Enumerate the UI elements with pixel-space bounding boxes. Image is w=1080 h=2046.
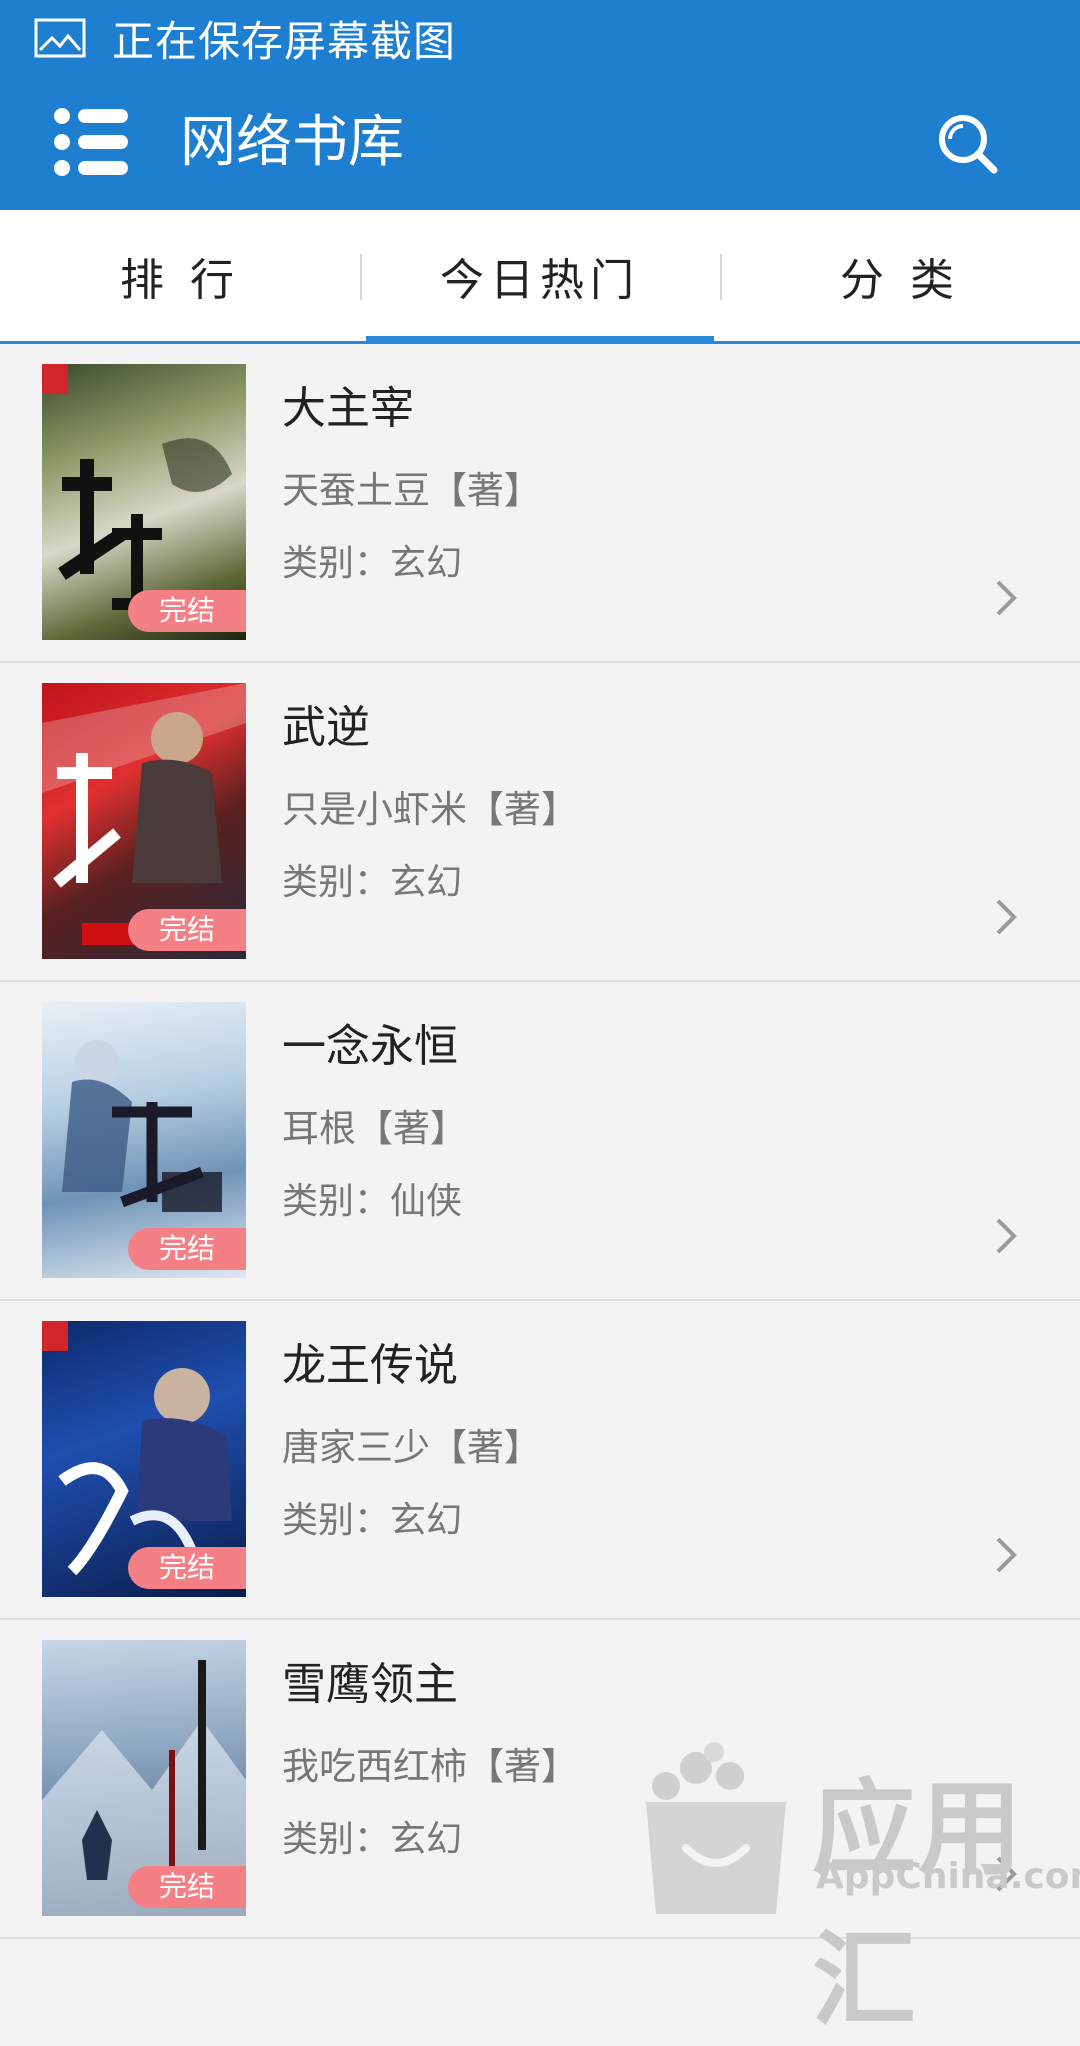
book-cover: 完结 (42, 1321, 246, 1597)
book-title: 大主宰 (282, 383, 414, 434)
book-list: 完结 大主宰 天蚕土豆【著】 类别：玄幻 完结 武逆 只是小虾米【著】 类别：玄… (0, 344, 1080, 1939)
book-row[interactable]: 完结 一念永恒 耳根【著】 类别：仙侠 (0, 982, 1080, 1301)
book-row[interactable]: 完结 龙王传说 唐家三少【著】 类别：玄幻 (0, 1301, 1080, 1620)
book-title: 龙王传说 (282, 1340, 458, 1391)
book-row[interactable]: 完结 武逆 只是小虾米【著】 类别：玄幻 (0, 663, 1080, 982)
chevron-right-icon (996, 580, 1017, 616)
status-badge: 完结 (128, 1866, 246, 1908)
search-icon[interactable] (936, 112, 1000, 176)
status-badge: 完结 (128, 909, 246, 951)
chevron-right-icon (996, 899, 1017, 935)
chevron-right-icon (996, 1218, 1017, 1254)
book-author: 我吃西红柿【著】 (282, 1745, 578, 1788)
menu-icon[interactable] (54, 106, 128, 178)
book-author: 唐家三少【著】 (282, 1426, 541, 1469)
tab-label: 分 类 (840, 254, 960, 306)
tab-label: 今日热门 (440, 254, 640, 306)
chevron-right-icon (996, 1537, 1017, 1573)
tab-category[interactable]: 分 类 (720, 210, 1080, 341)
book-category: 类别：玄幻 (282, 862, 463, 903)
tab-ranking[interactable]: 排 行 (0, 210, 360, 341)
book-author: 天蚕土豆【著】 (282, 469, 541, 512)
status-badge: 完结 (128, 1547, 246, 1589)
book-cover: 完结 (42, 1002, 246, 1278)
book-category: 类别：仙侠 (282, 1181, 463, 1222)
book-title: 武逆 (282, 702, 370, 753)
tab-label: 排 行 (120, 254, 240, 306)
book-category: 类别：玄幻 (282, 1819, 463, 1860)
book-category: 类别：玄幻 (282, 543, 463, 584)
book-author: 只是小虾米【著】 (282, 788, 578, 831)
status-badge: 完结 (128, 590, 246, 632)
status-badge: 完结 (128, 1228, 246, 1270)
book-cover: 完结 (42, 1640, 246, 1916)
chevron-right-icon (996, 1856, 1017, 1892)
tab-bar: 排 行 今日热门 分 类 (0, 210, 1080, 344)
app-bar: 网络书库 (0, 76, 1080, 210)
image-icon (34, 18, 86, 58)
page-title: 网络书库 (180, 110, 404, 175)
tab-today-hot[interactable]: 今日热门 (360, 210, 720, 344)
status-text: 正在保存屏幕截图 (112, 16, 457, 66)
book-category: 类别：玄幻 (282, 1500, 463, 1541)
book-cover: 完结 (42, 683, 246, 959)
book-title: 一念永恒 (282, 1021, 458, 1072)
book-row[interactable]: 完结 雪鹰领主 我吃西红柿【著】 类别：玄幻 (0, 1620, 1080, 1939)
book-author: 耳根【著】 (282, 1107, 467, 1150)
book-cover: 完结 (42, 364, 246, 640)
active-tab-indicator (366, 336, 714, 344)
status-bar: 正在保存屏幕截图 (0, 0, 1080, 76)
book-row[interactable]: 完结 大主宰 天蚕土豆【著】 类别：玄幻 (0, 344, 1080, 663)
book-title: 雪鹰领主 (282, 1659, 458, 1710)
